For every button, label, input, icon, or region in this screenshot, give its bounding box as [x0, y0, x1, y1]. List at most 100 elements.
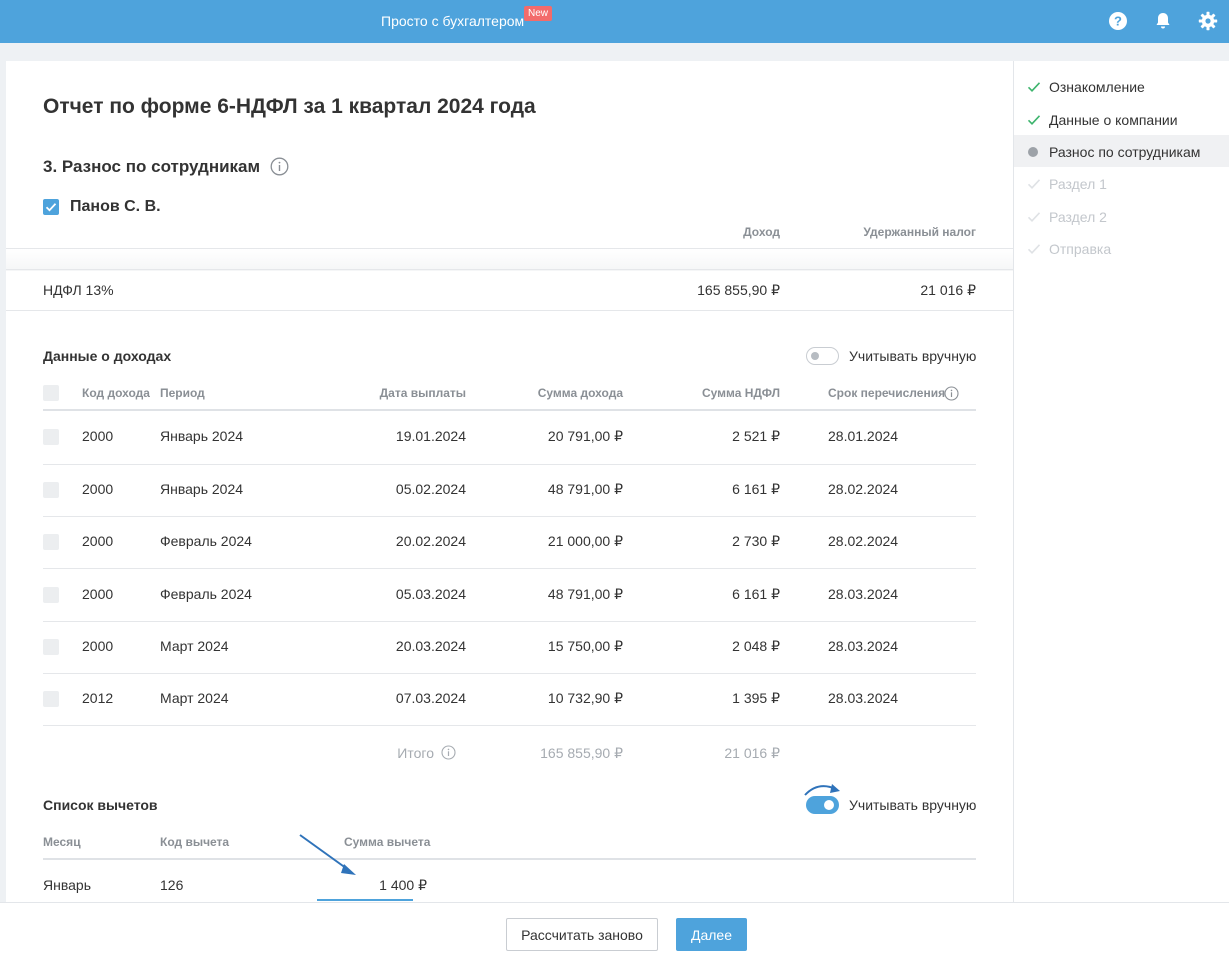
table-row: 2000 Февраль 2024 20.02.2024 21 000,00 ₽… [43, 516, 976, 568]
deduction-month: Январь [43, 877, 91, 893]
check-icon [1027, 115, 1041, 125]
select-all-checkbox[interactable] [43, 385, 59, 401]
cell-pay-date: 20.03.2024 [395, 638, 466, 654]
top-bar: Просто с бухгалтером New ? [0, 0, 1229, 43]
deductions-manual-label: Учитывать вручную [849, 797, 977, 813]
income-manual-label: Учитывать вручную [849, 348, 977, 364]
summary-income-header: Доход [743, 225, 780, 239]
new-badge: New [524, 6, 553, 21]
section-title: 3. Разнос по сотрудникам [43, 157, 261, 176]
cell-pay-date: 20.02.2024 [395, 533, 466, 549]
cell-code: 2000 [82, 481, 114, 497]
cell-deadline: 28.01.2024 [828, 428, 899, 444]
step-label: Разнос по сотрудникам [1049, 144, 1201, 160]
col-month: Месяц [43, 835, 81, 849]
cell-tax: 2 730 ₽ [732, 533, 780, 549]
cell-amount: 48 791,00 ₽ [547, 481, 623, 497]
page-title: Отчет по форме 6-НДФЛ за 1 квартал 2024 … [43, 95, 536, 118]
employee-checkbox[interactable] [43, 199, 59, 215]
row-divider [43, 725, 976, 726]
deductions-manual-toggle[interactable] [806, 796, 839, 814]
check-icon [45, 203, 57, 212]
cell-amount: 10 732,90 ₽ [547, 690, 623, 706]
info-icon[interactable] [270, 157, 289, 176]
row-checkbox[interactable] [43, 587, 59, 603]
table-row: 2000 Январь 2024 05.02.2024 48 791,00 ₽ … [43, 464, 976, 516]
ndfl-income-value: 165 855,90 ₽ [697, 282, 780, 298]
row-checkbox[interactable] [43, 429, 59, 445]
table-row: 2000 Февраль 2024 05.03.2024 48 791,00 ₽… [43, 569, 976, 621]
deduction-amount-input[interactable]: 1 400 ₽ [317, 877, 427, 894]
row-checkbox[interactable] [43, 691, 59, 707]
cell-amount: 15 750,00 ₽ [547, 638, 623, 654]
cell-deadline: 28.02.2024 [828, 533, 899, 549]
col-tax-amount: Сумма НДФЛ [701, 386, 780, 400]
cell-deadline: 28.03.2024 [828, 638, 899, 654]
cell-code: 2000 [82, 586, 114, 602]
total-label: Итого [397, 745, 434, 761]
cell-tax: 6 161 ₽ [732, 586, 780, 602]
col-pay-date: Дата выплаты [379, 386, 466, 400]
total-tax: 21 016 ₽ [724, 745, 780, 761]
row-checkbox[interactable] [43, 482, 59, 498]
recalculate-button[interactable]: Рассчитать заново [506, 918, 658, 951]
help-icon[interactable]: ? [1108, 11, 1128, 31]
gear-icon[interactable] [1198, 11, 1218, 31]
col-period: Период [160, 386, 205, 400]
check-icon [1027, 82, 1041, 92]
cell-tax: 2 521 ₽ [732, 428, 780, 444]
cell-code: 2000 [82, 638, 114, 654]
col-deadline: Срок перечисления [828, 386, 946, 400]
cell-pay-date: 07.03.2024 [395, 690, 466, 706]
step-label: Отправка [1049, 241, 1112, 257]
step-label: Ознакомление [1049, 79, 1145, 95]
info-icon[interactable] [441, 745, 456, 760]
col-income-amount: Сумма дохода [537, 386, 623, 400]
col-deduction-code: Код вычета [160, 835, 230, 849]
row-checkbox[interactable] [43, 639, 59, 655]
col-income-code: Код дохода [82, 386, 150, 400]
cell-period: Февраль 2024 [160, 533, 252, 549]
footer-bar: Рассчитать заново Далее [0, 902, 1229, 962]
step-intro[interactable]: Ознакомление [1014, 70, 1229, 102]
report-panel: Отчет по форме 6-НДФЛ за 1 квартал 2024 … [6, 61, 1013, 902]
cell-code: 2000 [82, 428, 114, 444]
cell-pay-date: 19.01.2024 [395, 428, 466, 444]
cell-tax: 2 048 ₽ [732, 638, 780, 654]
deduction-code: 126 [160, 877, 184, 893]
toggle-knob [811, 352, 819, 360]
step-section-2[interactable]: Раздел 2 [1014, 200, 1229, 232]
step-employees[interactable]: Разнос по сотрудникам [1014, 135, 1229, 167]
brand-link[interactable]: Просто с бухгалтером [381, 13, 524, 29]
check-icon [1027, 212, 1041, 222]
step-company-data[interactable]: Данные о компании [1014, 103, 1229, 135]
step-section-1[interactable]: Раздел 1 [1014, 167, 1229, 199]
info-icon[interactable] [944, 386, 959, 401]
deductions-section-title: Список вычетов [43, 797, 158, 813]
ndfl-tax-value: 21 016 ₽ [920, 282, 976, 298]
row-checkbox[interactable] [43, 534, 59, 550]
step-label: Раздел 2 [1049, 209, 1107, 225]
bell-icon[interactable] [1153, 11, 1173, 31]
employee-name: Панов С. В. [70, 198, 161, 215]
step-submit[interactable]: Отправка [1014, 232, 1229, 264]
table-header-divider [43, 858, 976, 860]
cell-period: Январь 2024 [160, 481, 244, 497]
summary-tax-header: Удержанный налог [863, 225, 976, 239]
divider [6, 310, 1013, 311]
total-amount: 165 855,90 ₽ [540, 745, 623, 761]
table-row: 2000 Март 2024 20.03.2024 15 750,00 ₽ 2 … [43, 621, 976, 673]
cell-period: Март 2024 [160, 690, 229, 706]
cell-deadline: 28.02.2024 [828, 481, 899, 497]
step-label: Данные о компании [1049, 112, 1178, 128]
cell-period: Январь 2024 [160, 428, 244, 444]
next-button[interactable]: Далее [676, 918, 747, 951]
income-section-title: Данные о доходах [43, 348, 172, 364]
cell-code: 2000 [82, 533, 114, 549]
arrow-annotation [299, 834, 356, 875]
cell-pay-date: 05.02.2024 [395, 481, 466, 497]
check-icon [1027, 244, 1041, 254]
income-manual-toggle[interactable] [806, 347, 839, 365]
cell-period: Март 2024 [160, 638, 229, 654]
divider-band [6, 249, 1013, 271]
